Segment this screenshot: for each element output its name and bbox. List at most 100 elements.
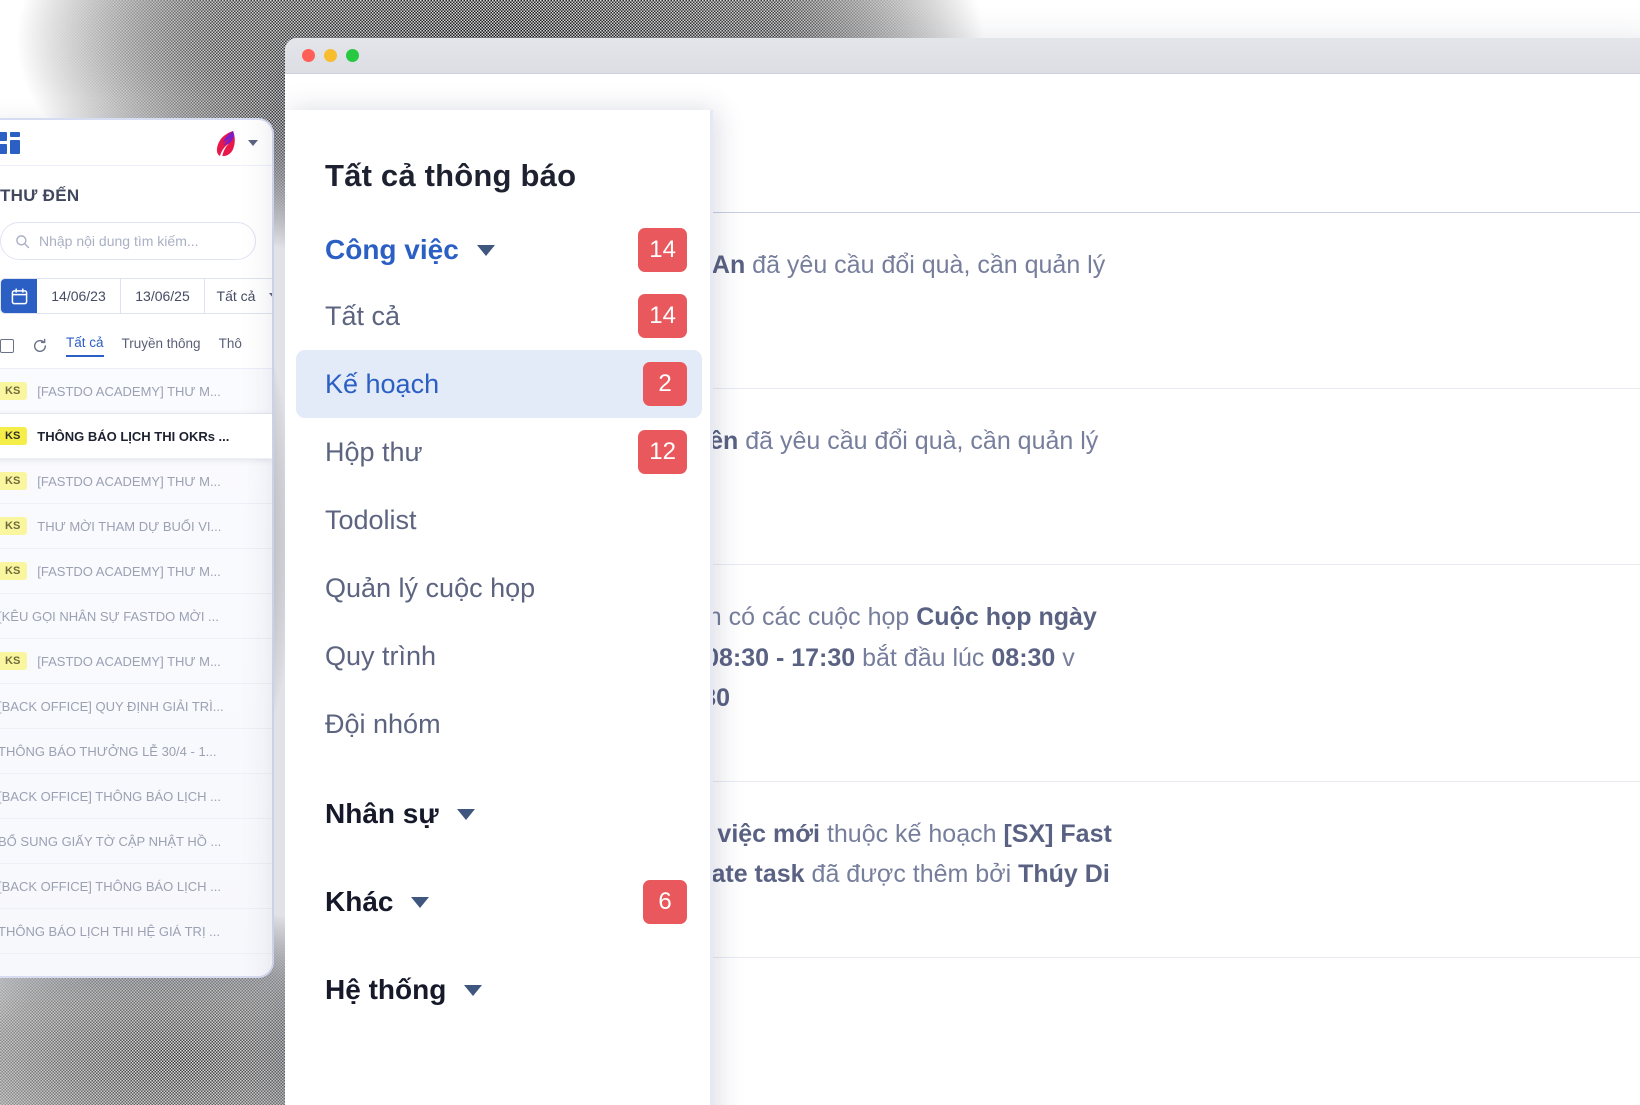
date-from-field[interactable]: 14/06/23 [37, 279, 121, 313]
chevron-down-icon[interactable] [411, 896, 430, 908]
maximize-button[interactable] [346, 49, 359, 62]
notification-text: Nguyễn Thiên đã yêu cầu đổi quà, cần quả… [573, 421, 1635, 502]
notification-text: Hôm nay bạn có các cuộc họp Cuộc họp ngà… [573, 597, 1635, 719]
mail-list-item[interactable]: [KÊU GỌI NHÂN SỰ FASTDO MỜI ... [0, 594, 272, 639]
notification-message-mid: đã được thêm bởi [804, 860, 1019, 888]
mail-subject: [KÊU GỌI NHÂN SỰ FASTDO MỜI ... [0, 608, 219, 624]
unread-badge: 14 [638, 294, 687, 338]
notification-author: Thúy Di [1018, 860, 1110, 888]
mail-list-item[interactable]: KS [FASTDO ACADEMY] THƯ M... [0, 549, 272, 594]
filter-group-label: Khác [325, 886, 394, 917]
minimize-button[interactable] [324, 49, 337, 62]
tab-third[interactable]: Thô [219, 336, 242, 356]
search-input[interactable]: Nhập nội dung tìm kiếm... [0, 222, 256, 260]
filter-item-quy-trình[interactable]: Quy trình [296, 622, 702, 690]
tab-communication[interactable]: Truyền thông [122, 336, 201, 356]
mail-list-item[interactable]: THÔNG BÁO LỊCH THI HỆ GIÁ TRỊ ... [0, 909, 272, 954]
chevron-down-icon[interactable] [476, 244, 495, 256]
notification-text: Nhóm công việc mới thuộc kế hoạch [SX] F… [573, 814, 1635, 895]
filter-group-collapsed[interactable]: Nhân sự [285, 782, 713, 846]
filter-select-value: Tất cả [216, 288, 256, 304]
notification-timestamp: 4 giờ trước [573, 514, 1635, 538]
mail-subject: [FASTDO ACADEMY] THƯ M... [37, 563, 221, 579]
filter-item-label: Đội nhóm [325, 708, 441, 739]
mail-body: THƯ ĐẾN Nhập nội dung tìm kiếm... 14/06/… [0, 166, 272, 368]
mail-subject: BỔ SUNG GIẤY TỜ CẬP NHẬT HỒ ... [0, 833, 222, 849]
notification-message: đã yêu cầu đổi quà, cần quản lý [745, 251, 1106, 279]
search-icon [16, 234, 30, 248]
notification-timestamp: 4 giờ trước [573, 731, 1635, 755]
chevron-down-icon[interactable] [464, 984, 483, 996]
filter-item-label: Hộp thư [325, 436, 423, 467]
filter-group-active[interactable]: Công việc 14 [285, 218, 713, 282]
filter-group-collapsed[interactable]: Khác 6 [285, 870, 713, 934]
notification-plan-name: [SX] Fast [1003, 819, 1112, 848]
mail-list-item[interactable]: [BACK OFFICE] QUY ĐỊNH GIẢI TRÌ... [0, 684, 272, 729]
filter-group-label: Nhân sự [325, 798, 439, 829]
search-placeholder: Nhập nội dung tìm kiếm... [39, 233, 199, 249]
unread-badge: 6 [643, 880, 687, 924]
mail-subject: THƯ MỜI THAM DỰ BUỔI VI... [37, 518, 222, 534]
mail-tag: KS [0, 652, 28, 670]
notification-message: đã yêu cầu đổi quà, cần quản lý [738, 427, 1099, 455]
tab-all[interactable]: Tất cả [66, 335, 104, 357]
mail-tag: KS [0, 517, 28, 535]
calendar-icon[interactable] [1, 279, 37, 313]
mail-tag: KS [0, 382, 28, 400]
grid-logo-icon[interactable] [0, 131, 20, 154]
mail-list[interactable]: KS [FASTDO ACADEMY] THƯ M... KS THÔNG BÁO L… [0, 368, 272, 976]
panel-title: Tất cả thông báo [325, 158, 577, 193]
notification-message-line2: duyệt. [573, 462, 1635, 503]
unread-badge: 14 [638, 228, 687, 272]
notification-message-tail: v [1055, 643, 1075, 672]
mail-subject: [FASTDO ACADEMY] THƯ M... [37, 383, 221, 399]
filter-item-kế-hoạch[interactable]: Kế hoạch 2 [296, 350, 702, 418]
filter-item-quản-lý-cuộc-họp[interactable]: Quản lý cuộc họp [296, 554, 702, 622]
mail-subject: THÔNG BÁO LỊCH THI OKRs ... [37, 428, 230, 444]
mail-subject: [FASTDO ACADEMY] THƯ M... [37, 653, 221, 669]
mail-list-item[interactable]: BỔ SUNG GIẤY TỜ CẬP NHẬT HỒ ... [0, 819, 272, 864]
screenshot-root: THƯ ĐẾN Nhập nội dung tìm kiếm... 14/06/… [0, 0, 1640, 1105]
checkbox-icon[interactable] [0, 339, 14, 353]
filter-group-collapsed[interactable]: Hệ thống [285, 958, 713, 1022]
filters-row: 14/06/23 13/06/25 Tất cả [0, 278, 272, 314]
mail-list-item[interactable]: THÔNG BÁO THƯỞNG LỄ 30/4 - 1... [0, 729, 272, 774]
filter-item-đội-nhóm[interactable]: Đội nhóm [296, 690, 702, 758]
filter-item-hộp-thư[interactable]: Hộp thư 12 [296, 418, 702, 486]
notification-body: Nhóm công việc mới thuộc kế hoạch [SX] F… [573, 810, 1635, 931]
mail-topbar [0, 120, 272, 166]
feather-logo-icon[interactable] [212, 129, 238, 157]
mail-subject: THÔNG BÁO LỊCH THI HỆ GIÁ TRỊ ... [0, 923, 220, 939]
notification-timestamp: 3 giờ trước [573, 338, 1635, 362]
mail-list-item[interactable]: KS [FASTDO ACADEMY] THƯ M... [0, 369, 272, 414]
mail-list-item[interactable]: KS THÔNG BÁO LỊCH THI OKRs ... [0, 414, 272, 459]
chevron-down-icon[interactable] [456, 808, 475, 820]
filter-item-tất-cả[interactable]: Tất cả 14 [296, 282, 702, 350]
notification-timestamp: 5 giờ trước [573, 907, 1635, 931]
app-window: ng báo ưu tiên [285, 38, 1640, 1105]
notification-text: Hồ Viết Bin An đã yêu cầu đổi quà, cần q… [573, 245, 1635, 326]
topbar-right-group [212, 129, 258, 157]
date-to-field[interactable]: 13/06/25 [121, 279, 205, 313]
mail-tag: KS [0, 472, 28, 490]
filter-group-label: Hệ thống [325, 974, 447, 1005]
close-button[interactable] [302, 49, 315, 62]
panel-edge [710, 110, 713, 1105]
chevron-down-icon[interactable] [248, 139, 258, 146]
notification-body: Nguyễn Thiên đã yêu cầu đổi quà, cần quả… [573, 417, 1635, 538]
mail-list-item[interactable]: [BACK OFFICE] THÔNG BÁO LỊCH ... [0, 774, 272, 819]
filter-select[interactable]: Tất cả [205, 279, 272, 313]
unread-badge: 2 [643, 362, 687, 406]
mail-list-item[interactable]: KS [FASTDO ACADEMY] THƯ M... [0, 639, 272, 684]
notification-body: Hôm nay bạn có các cuộc họp Cuộc họp ngà… [573, 593, 1635, 755]
mail-subject: [BACK OFFICE] THÔNG BÁO LỊCH ... [0, 788, 221, 804]
refresh-icon[interactable] [32, 338, 48, 354]
filter-group-label: Công việc [325, 234, 459, 265]
mail-list-item[interactable]: [BACK OFFICE] THÔNG BÁO LỊCH ... [0, 864, 272, 909]
filter-item-label: Quản lý cuộc họp [325, 572, 536, 603]
mail-list-item[interactable]: KS THƯ MỜI THAM DỰ BUỔI VI... [0, 504, 272, 549]
mail-list-item[interactable]: KS [FASTDO ACADEMY] THƯ M... [0, 459, 272, 504]
mail-tag: KS [0, 562, 28, 580]
filter-item-todolist[interactable]: Todolist [296, 486, 702, 554]
notification-start-time: 08:30 [991, 643, 1056, 672]
